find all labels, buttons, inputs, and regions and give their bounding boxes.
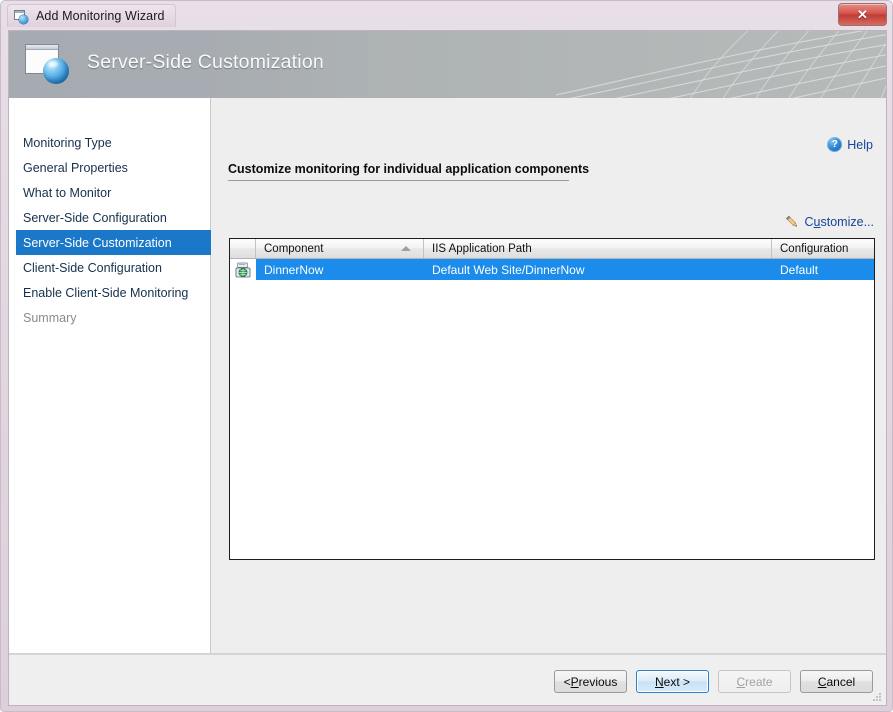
components-table: Component IIS Application Path Configura… bbox=[229, 238, 875, 560]
wizard-window: Add Monitoring Wizard ✕ Server-Side Cust… bbox=[0, 0, 893, 712]
next-button[interactable]: Next > bbox=[636, 670, 709, 693]
row-icon-cell bbox=[230, 259, 256, 280]
sidebar-item-label: Enable Client-Side Monitoring bbox=[23, 285, 189, 300]
sidebar-item-label: Server-Side Configuration bbox=[23, 210, 167, 225]
footer-divider bbox=[9, 654, 886, 655]
sidebar-item-label: Client-Side Configuration bbox=[23, 260, 162, 275]
cancel-button[interactable]: Cancel bbox=[800, 670, 873, 693]
resize-grip-icon[interactable] bbox=[871, 691, 883, 703]
close-button[interactable]: ✕ bbox=[838, 3, 887, 26]
page-title: Customize monitoring for individual appl… bbox=[228, 162, 590, 176]
sidebar-item-label: Server-Side Customization bbox=[23, 235, 172, 250]
sidebar-item-label: What to Monitor bbox=[23, 185, 112, 200]
title-divider bbox=[228, 180, 569, 181]
wizard-footer: < Previous Next > Create Cancel bbox=[9, 653, 886, 705]
sidebar-item-label: General Properties bbox=[23, 160, 128, 175]
sidebar-item-server-side-customization[interactable]: Server-Side Customization bbox=[16, 230, 211, 255]
cell-component: DinnerNow bbox=[264, 262, 324, 277]
sidebar-item-label: Monitoring Type bbox=[23, 135, 112, 150]
column-header-component[interactable]: Component bbox=[256, 239, 424, 258]
title-bar: Add Monitoring Wizard ✕ bbox=[1, 1, 893, 30]
help-circle-icon: ? bbox=[827, 137, 843, 152]
title-bar-tab: Add Monitoring Wizard bbox=[7, 4, 176, 27]
web-application-icon bbox=[235, 262, 250, 277]
sidebar-item-monitoring-type[interactable]: Monitoring Type bbox=[9, 130, 210, 155]
cell-iis-application-path: Default Web Site/DinnerNow bbox=[432, 262, 585, 277]
wizard-step-list: Monitoring Type General Properties What … bbox=[9, 98, 211, 653]
close-icon: ✕ bbox=[857, 7, 868, 22]
previous-button[interactable]: < Previous bbox=[554, 670, 627, 693]
wizard-banner: Server-Side Customization bbox=[9, 31, 886, 98]
banner-wizard-icon bbox=[23, 42, 75, 88]
sidebar-item-client-side-configuration[interactable]: Client-Side Configuration bbox=[9, 255, 210, 280]
main-content: ? Help Customize monitoring for individu… bbox=[211, 98, 886, 653]
window-sphere-icon bbox=[14, 9, 29, 24]
pencil-icon bbox=[785, 215, 797, 227]
client-area: Server-Side Customization Monitoring Typ… bbox=[8, 30, 887, 706]
sidebar-item-enable-client-side-monitoring[interactable]: Enable Client-Side Monitoring bbox=[9, 280, 210, 305]
table-row[interactable]: DinnerNow Default Web Site/DinnerNow Def… bbox=[230, 259, 874, 280]
cell-configuration: Default bbox=[780, 262, 819, 277]
sidebar-item-general-properties[interactable]: General Properties bbox=[9, 155, 210, 180]
column-header-icon[interactable] bbox=[230, 239, 256, 258]
banner-mesh-graphic bbox=[556, 31, 886, 98]
help-link[interactable]: ? Help bbox=[827, 137, 873, 152]
sidebar-item-label: Summary bbox=[23, 310, 77, 325]
sort-ascending-icon bbox=[401, 246, 411, 251]
create-button: Create bbox=[718, 670, 791, 693]
table-header-row: Component IIS Application Path Configura… bbox=[230, 239, 874, 259]
column-header-iis-application-path[interactable]: IIS Application Path bbox=[424, 239, 772, 258]
banner-title: Server-Side Customization bbox=[87, 51, 324, 73]
sidebar-item-summary: Summary bbox=[9, 305, 210, 330]
column-header-configuration[interactable]: Configuration bbox=[772, 239, 874, 258]
window-title: Add Monitoring Wizard bbox=[36, 9, 165, 23]
customize-label: Customize... bbox=[804, 215, 874, 229]
sidebar-item-server-side-configuration[interactable]: Server-Side Configuration bbox=[9, 205, 210, 230]
sidebar-item-what-to-monitor[interactable]: What to Monitor bbox=[9, 180, 210, 205]
help-label: Help bbox=[847, 137, 873, 152]
customize-button[interactable]: Customize... bbox=[784, 214, 874, 230]
wizard-button-row: < Previous Next > Create Cancel bbox=[554, 670, 873, 693]
